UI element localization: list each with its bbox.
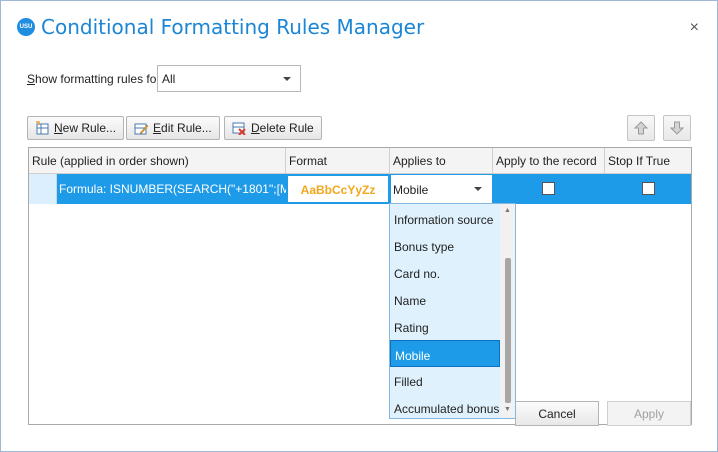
row-indicator[interactable] — [29, 174, 57, 204]
applies-to-combo[interactable]: Mobile — [390, 174, 493, 204]
table-row[interactable]: Formula: ISNUMBER(SEARCH("+1801";[Mobile… — [29, 174, 691, 204]
show-rules-label-text: how formatting rules for: — [35, 72, 164, 86]
delete-rule-label: elete Rule — [259, 121, 314, 135]
column-header-format[interactable]: Format — [286, 148, 390, 174]
edit-rule-mnemonic: E — [153, 121, 162, 135]
delete-rule-button[interactable]: Delete Rule — [224, 116, 322, 140]
scroll-up-icon[interactable]: ▲ — [504, 207, 511, 214]
list-item[interactable]: Name — [390, 286, 500, 313]
column-header-applies-to[interactable]: Applies to — [390, 148, 493, 174]
edit-rule-button[interactable]: Edit Rule... — [126, 116, 220, 140]
chevron-down-icon — [474, 187, 482, 191]
format-preview: AaBbCcYyZz — [288, 176, 388, 202]
show-rules-label: Show formatting rules for: — [27, 72, 164, 86]
scroll-down-icon[interactable]: ▼ — [504, 406, 511, 413]
format-cell[interactable]: AaBbCcYyZz — [286, 174, 390, 204]
list-item[interactable]: Card no. — [390, 259, 500, 286]
delete-rule-icon — [232, 122, 246, 135]
chevron-down-icon — [283, 77, 291, 81]
scrollbar-thumb[interactable] — [505, 258, 511, 403]
dialog-window: USU Conditional Formatting Rules Manager… — [0, 0, 718, 452]
dropdown-scrollbar[interactable]: ▲ ▼ — [500, 204, 515, 418]
apply-to-record-checkbox[interactable] — [542, 182, 555, 195]
column-header-apply-to-record[interactable]: Apply to the record — [493, 148, 605, 174]
new-rule-button[interactable]: New Rule... — [27, 116, 125, 140]
edit-rule-icon — [134, 123, 148, 135]
show-rules-select[interactable]: All — [157, 65, 301, 92]
stop-if-true-cell — [605, 174, 691, 204]
dropdown-list: Information source Bonus type Card no. N… — [390, 204, 512, 421]
applies-to-value: Mobile — [393, 183, 429, 197]
move-down-button[interactable] — [663, 115, 691, 141]
new-rule-icon — [36, 121, 49, 135]
list-item[interactable]: Filled — [390, 367, 500, 394]
show-rules-value: All — [162, 72, 176, 86]
close-button[interactable]: × — [690, 19, 699, 37]
list-item[interactable]: Information source — [390, 205, 500, 232]
column-header-stop-if-true[interactable]: Stop If True — [605, 148, 691, 174]
rules-grid: Rule (applied in order shown) Format App… — [28, 147, 692, 425]
apply-button[interactable]: Apply — [607, 401, 691, 426]
move-up-button[interactable] — [627, 115, 655, 141]
edit-rule-label: dit Rule... — [161, 121, 212, 135]
column-header-rule[interactable]: Rule (applied in order shown) — [29, 148, 286, 174]
show-rules-label-mnemonic: S — [27, 72, 36, 86]
new-rule-label: ew Rule... — [62, 121, 117, 135]
list-item[interactable]: Rating — [390, 313, 500, 340]
list-item-selected[interactable]: Mobile — [390, 340, 500, 367]
stop-if-true-checkbox[interactable] — [642, 182, 655, 195]
delete-rule-mnemonic: D — [251, 121, 260, 135]
arrow-up-icon — [634, 121, 648, 135]
new-rule-mnemonic: N — [54, 121, 63, 135]
arrow-down-icon — [670, 121, 684, 135]
apply-to-record-cell — [493, 174, 605, 204]
applies-to-dropdown: Information source Bonus type Card no. N… — [389, 203, 516, 419]
rule-cell[interactable]: Formula: ISNUMBER(SEARCH("+1801";[Mobile… — [57, 174, 286, 204]
dialog-title: Conditional Formatting Rules Manager — [41, 15, 425, 39]
list-item[interactable]: Accumulated bonuses — [390, 394, 512, 421]
title-bar: USU Conditional Formatting Rules Manager… — [1, 1, 717, 59]
app-logo-icon: USU — [17, 18, 35, 36]
cancel-button[interactable]: Cancel — [515, 401, 599, 426]
list-item[interactable]: Bonus type — [390, 232, 500, 259]
